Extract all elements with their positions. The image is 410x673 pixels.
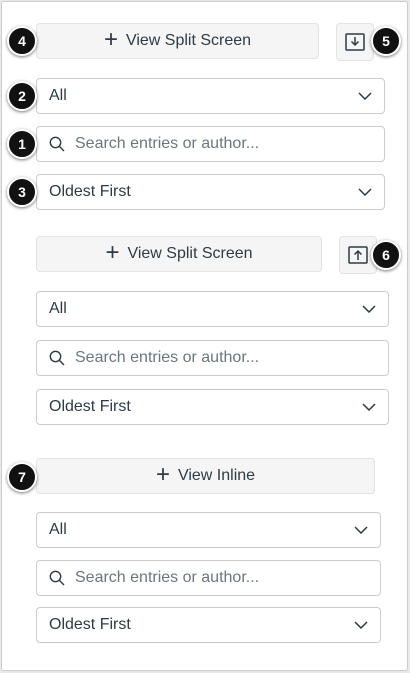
view-inline-label: View Inline (177, 467, 256, 484)
filter-select[interactable]: All (36, 78, 385, 114)
chevron-down-icon (358, 92, 372, 100)
filter-select-value: All (49, 87, 67, 104)
chevron-down-icon (362, 403, 376, 411)
callout-badge-4: 4 (7, 26, 37, 56)
callout-badge-6: 6 (371, 240, 401, 270)
callout-badge-3: 3 (7, 177, 37, 207)
view-split-screen-label: View Split Screen (127, 245, 253, 262)
chevron-down-icon (354, 621, 368, 629)
search-field[interactable] (36, 560, 381, 596)
sort-select-value: Oldest First (49, 398, 131, 415)
view-split-screen-button[interactable]: + View Split Screen (36, 236, 322, 272)
filter-select-value: All (49, 300, 67, 317)
search-input[interactable] (75, 569, 355, 587)
chevron-down-icon (354, 526, 368, 534)
callout-badge-7: 7 (7, 462, 37, 492)
chevron-down-icon (358, 188, 372, 196)
sort-select-value: Oldest First (49, 616, 131, 633)
view-split-screen-label: View Split Screen (125, 32, 252, 49)
search-input[interactable] (75, 135, 355, 153)
download-icon (345, 33, 365, 51)
search-input[interactable] (75, 349, 355, 367)
callout-badge-1: 1 (7, 129, 37, 159)
search-icon (49, 570, 65, 586)
filter-select[interactable]: All (36, 512, 381, 548)
search-field[interactable] (36, 126, 385, 162)
search-icon (49, 136, 65, 152)
view-inline-button[interactable]: + View Inline (36, 458, 375, 494)
chevron-down-icon (362, 305, 376, 313)
download-button[interactable] (336, 23, 374, 61)
plus-icon: + (155, 461, 170, 488)
plus-icon: + (103, 26, 118, 53)
callout-badge-5: 5 (371, 26, 401, 56)
sort-select[interactable]: Oldest First (36, 174, 385, 210)
view-split-screen-button[interactable]: + View Split Screen (36, 23, 319, 59)
search-icon (49, 350, 65, 366)
filter-select-value: All (49, 521, 67, 538)
sort-select[interactable]: Oldest First (36, 607, 381, 643)
search-field[interactable] (36, 340, 389, 376)
sort-select-value: Oldest First (49, 183, 131, 200)
upload-icon (348, 246, 368, 264)
sort-select[interactable]: Oldest First (36, 389, 389, 425)
plus-icon: + (105, 239, 120, 266)
callout-badge-2: 2 (7, 81, 37, 111)
filter-select[interactable]: All (36, 291, 389, 327)
